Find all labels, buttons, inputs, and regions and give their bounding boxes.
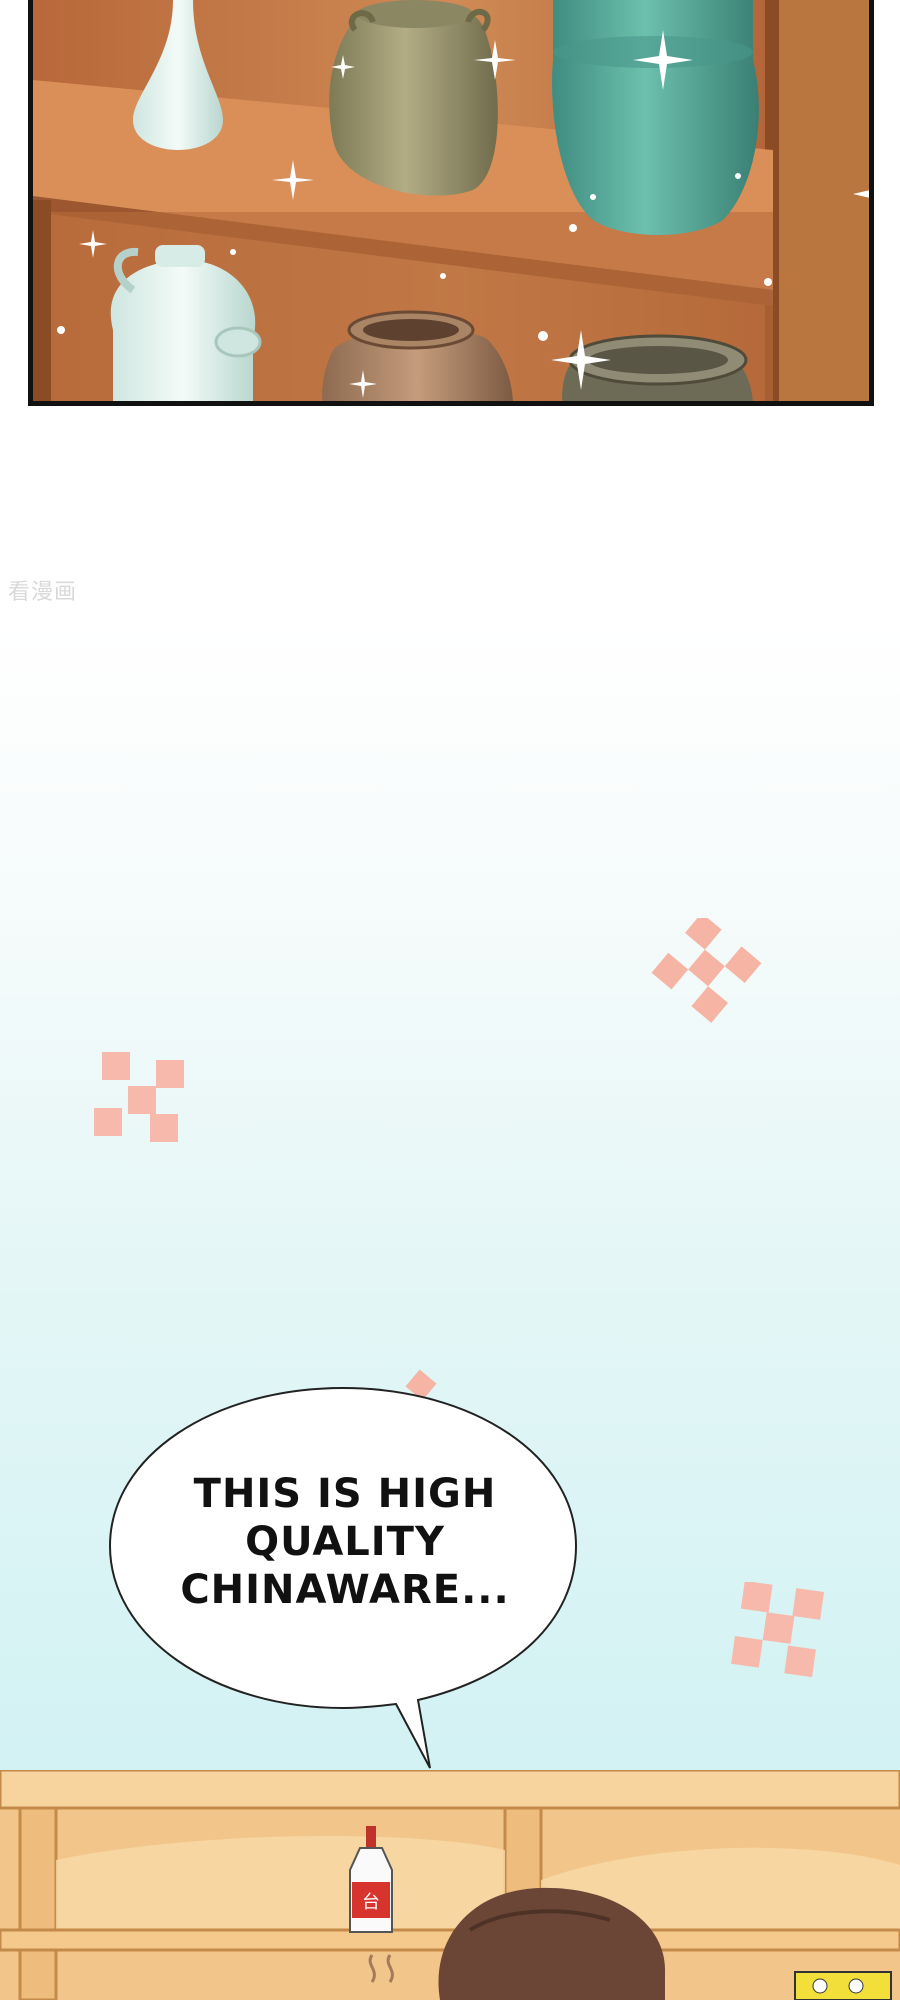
olive-glazed-jar [329, 0, 498, 196]
celadon-teal-vase [552, 0, 759, 235]
checker-pattern-icon [94, 1052, 184, 1142]
checker-pattern-icon [731, 1582, 825, 1678]
bottle-label: 台 [362, 1892, 380, 1913]
porcelain-shelf-panel [28, 0, 874, 406]
checker-pattern-icon [651, 918, 762, 1023]
shop-counter-scene: 台 [0, 1770, 900, 2000]
yellow-cartoon-box [794, 1971, 892, 2000]
porcelain-shelf-illustration [33, 0, 869, 401]
dark-glazed-jar [562, 334, 753, 401]
site-watermark: 看漫画 [8, 580, 78, 605]
shop-counter-illustration: 台 [0, 1770, 900, 2000]
speech-bubble-text: THIS IS HIGH QUALITY CHINAWARE... [180, 1471, 510, 1613]
